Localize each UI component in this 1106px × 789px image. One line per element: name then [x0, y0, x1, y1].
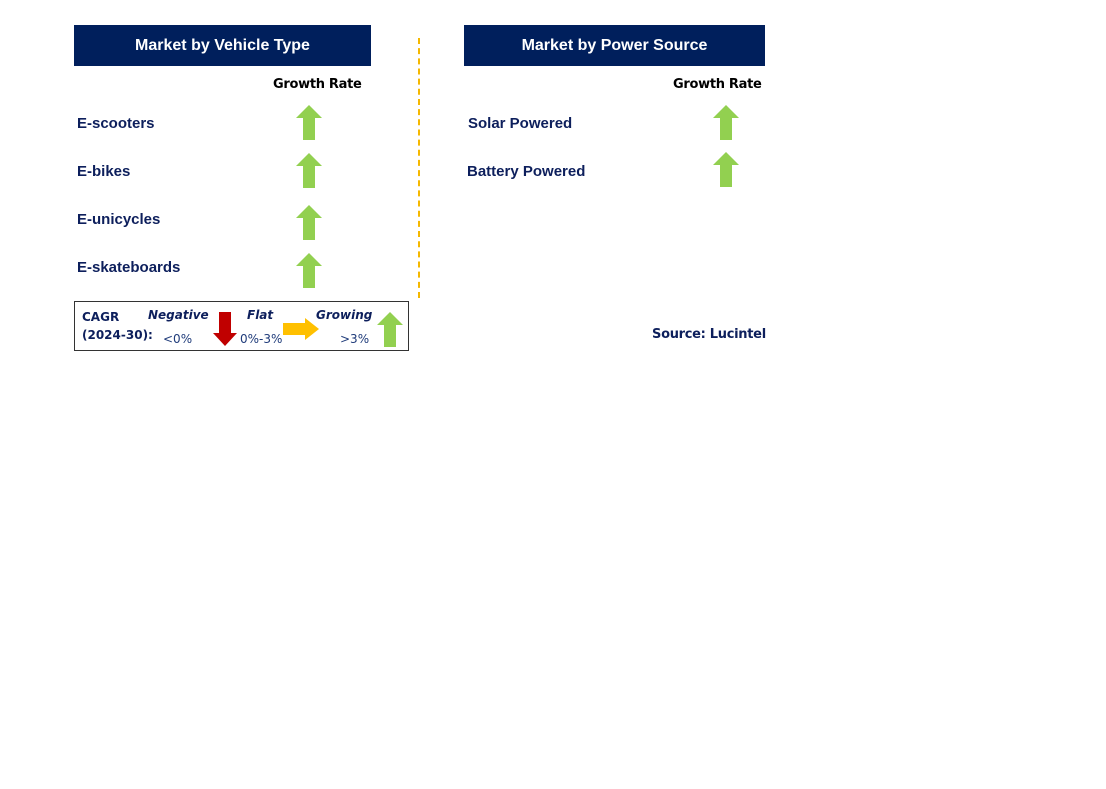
- legend-period: (2024-30):: [82, 328, 153, 342]
- source-note: Source: Lucintel: [652, 327, 766, 342]
- down-arrow-icon: [213, 312, 237, 346]
- legend-flat-range: 0%-3%: [240, 332, 283, 346]
- legend-flat-label: Flat: [247, 308, 274, 322]
- vehicle-type-label: E-skateboards: [77, 259, 181, 276]
- up-arrow-icon: [296, 153, 322, 188]
- vehicle-type-label: E-bikes: [77, 163, 131, 180]
- panel-divider: [418, 38, 420, 298]
- vehicle-type-label: E-unicycles: [77, 211, 161, 228]
- power-growth-rate-header: Growth Rate: [673, 77, 762, 92]
- legend-growing-label: Growing: [316, 308, 373, 322]
- cagr-legend: CAGR (2024-30): Negative <0% Flat 0%-3% …: [74, 301, 409, 351]
- up-arrow-icon: [296, 253, 322, 288]
- right-arrow-icon: [283, 318, 319, 340]
- up-arrow-icon: [713, 152, 739, 187]
- up-arrow-icon: [296, 205, 322, 240]
- vehicle-type-label: E-scooters: [77, 115, 155, 132]
- legend-negative-label: Negative: [148, 308, 209, 322]
- legend-negative-range: <0%: [163, 332, 193, 346]
- legend-growing-range: >3%: [340, 332, 370, 346]
- vehicle-type-header: Market by Vehicle Type: [74, 25, 371, 66]
- up-arrow-icon: [377, 312, 403, 347]
- power-source-label: Solar Powered: [468, 115, 573, 132]
- power-source-header: Market by Power Source: [464, 25, 765, 66]
- up-arrow-icon: [296, 105, 322, 140]
- power-source-label: Battery Powered: [467, 163, 586, 180]
- vehicle-growth-rate-header: Growth Rate: [273, 77, 362, 92]
- legend-cagr-label: CAGR: [82, 310, 120, 324]
- up-arrow-icon: [713, 105, 739, 140]
